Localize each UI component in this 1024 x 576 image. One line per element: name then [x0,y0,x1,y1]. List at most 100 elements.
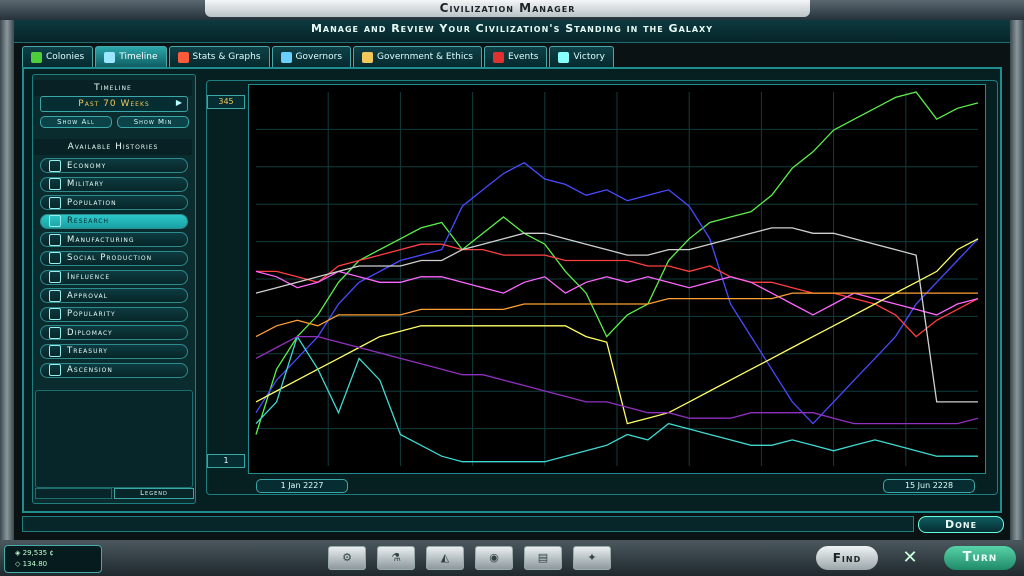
history-item-manufacturing[interactable]: Manufacturing [40,232,188,248]
tab-label: Colonies [46,52,85,62]
find-button[interactable]: Find [816,546,878,570]
flask-icon: ⚗ [391,551,401,564]
done-button[interactable]: Done [918,516,1004,533]
x-axis-start-label: 1 Jan 2227 [256,479,348,493]
history-item-label: Popularity [67,309,116,320]
planet-icon: ◭ [440,551,450,564]
show-all-button[interactable]: Show All [40,116,112,128]
research-icon: ◇ [15,560,23,568]
governor-icon [280,51,292,63]
timeline-next-arrow-icon[interactable]: ▶ [174,97,184,109]
x-axis-end-label: 15 Jun 2228 [883,479,975,493]
ship-button[interactable]: ✦ [573,546,611,570]
history-item-population[interactable]: Population [40,195,188,211]
y-axis-max-label: 345 [207,95,245,109]
diplomacy-icon [49,326,61,339]
history-list: Economy Military Population Research Manufac… [40,158,188,381]
y-axis-min-label: 1 [207,454,245,468]
tab-label: Stats & Graphs [192,52,261,62]
credits-icon: ◈ [15,549,23,557]
history-item-label: Approval [67,290,109,301]
graph-button[interactable]: ▤ [524,546,562,570]
tab-events[interactable]: Events [483,46,548,67]
tab-timeline[interactable]: Timeline [95,46,167,67]
x-logo-icon: ✕ [902,547,918,568]
social-icon [49,252,61,265]
tab-stats-graphs[interactable]: Stats & Graphs [168,46,270,67]
tab-label: Governors [295,52,343,62]
history-item-diplomacy[interactable]: Diplomacy [40,325,188,341]
ship-icon: ✦ [587,551,597,564]
colony-icon: ⚙ [342,551,352,564]
history-item-research[interactable]: Research [40,213,188,229]
leaf-icon [31,51,42,63]
history-item-label: Social Production [67,253,153,264]
window-title: Civilization Manager [205,0,810,17]
history-item-military[interactable]: Military [40,176,188,192]
economy-icon [49,159,61,172]
tab-label: Victory [573,52,605,62]
graph-icon: ▤ [537,551,549,564]
flag-icon [558,51,570,63]
scales-icon [362,51,374,63]
show-min-button[interactable]: Show Min [117,116,189,128]
history-line-chart [248,84,986,474]
planet-button[interactable]: ◭ [426,546,464,570]
treasury-icon [49,345,61,358]
resource-box: ◈ 29,535 ¢ ◇ 134.80 [4,545,102,573]
history-item-label: Diplomacy [67,327,113,338]
history-item-label: Population [67,197,117,208]
starbase-icon: ◉ [489,551,499,564]
alert-icon [492,51,504,63]
history-item-approval[interactable]: Approval [40,288,188,304]
history-detail-area [35,390,193,488]
history-item-treasury[interactable]: Treasury [40,343,188,359]
history-item-social-production[interactable]: Social Production [40,250,188,266]
colony-button[interactable]: ⚙ [328,546,366,570]
timeline-period-select[interactable]: Past 70 Weeks [40,96,188,112]
page-subtitle: Manage and Review Your Civilization's St… [310,22,714,35]
flask-button[interactable]: ⚗ [377,546,415,570]
timeline-icon [104,51,116,63]
gear-icon [49,233,61,246]
research-value: 134.80 [22,560,48,568]
histories-header: Available Histories [34,139,192,155]
tab-colonies[interactable]: Colonies [22,46,94,67]
legend-button[interactable]: Legend [114,488,194,499]
population-icon [49,196,61,209]
history-item-label: Economy [67,160,107,171]
history-item-label: Military [67,179,104,190]
research-icon [49,215,61,228]
starbase-button[interactable]: ◉ [475,546,513,570]
legend-spacer [35,488,112,499]
sword-icon [49,178,61,191]
credits-value: 29,535 [22,549,48,557]
history-item-ascension[interactable]: Ascension [40,362,188,378]
history-item-influence[interactable]: Influence [40,269,188,285]
history-item-label: Influence [67,272,111,283]
tab-victory[interactable]: Victory [549,46,614,67]
timeline-header: Timeline [34,80,192,96]
smile-icon [49,289,61,302]
history-item-economy[interactable]: Economy [40,158,188,173]
history-item-label: Ascension [67,365,113,376]
tab-government-ethics[interactable]: Government & Ethics [353,46,482,67]
influence-icon [49,271,61,284]
history-item-label: Research [67,216,109,227]
tab-bar: Colonies Timeline Stats & Graphs Governors G… [22,46,614,68]
history-item-label: Treasury [67,346,108,357]
research-readout: ◇ 134.80 [15,560,47,568]
status-bar [22,516,914,532]
right-rail [1010,20,1024,550]
turn-button[interactable]: Turn [944,546,1016,570]
history-item-popularity[interactable]: Popularity [40,306,188,322]
tab-label: Timeline [119,52,158,62]
history-item-label: Manufacturing [67,234,135,245]
tab-governors[interactable]: Governors [271,46,352,67]
tab-label: Events [507,52,539,62]
tab-label: Government & Ethics [377,52,473,62]
credits-readout: ◈ 29,535 ¢ [15,549,54,557]
left-rail [0,20,14,550]
ascension-icon [49,364,61,377]
bar-graph-icon [177,51,189,63]
